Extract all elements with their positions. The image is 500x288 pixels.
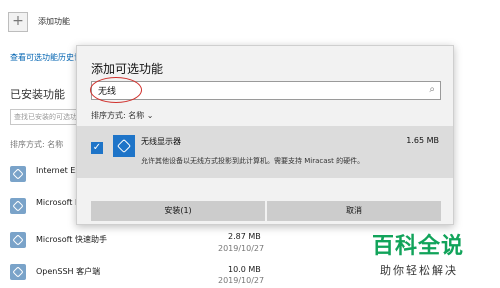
dialog-sort-label: 排序方式: 名称	[91, 111, 145, 120]
add-optional-feature-dialog: 添加可选功能 无线 ⌕ 排序方式: 名称 ⌄ ✓ 无线显示器 1.65 MB 允…	[76, 45, 454, 225]
feature-icon	[10, 198, 26, 214]
feature-checkbox[interactable]: ✓	[91, 142, 103, 154]
installed-item-date: 2019/10/27	[218, 244, 265, 253]
installed-item-name[interactable]: Microsoft 快速助手	[36, 234, 107, 245]
installed-sort-label[interactable]: 排序方式: 名称	[10, 139, 76, 150]
feature-icon	[10, 264, 26, 280]
add-feature-label[interactable]: 添加功能	[38, 16, 70, 27]
feature-list-item[interactable]: ✓ 无线显示器 1.65 MB 允许其他设备以无线方式投影到此计算机。需要支持 …	[77, 126, 453, 178]
dialog-title: 添加可选功能	[91, 62, 164, 76]
installed-item-size: 10.0 MB	[228, 265, 261, 274]
watermark-title: 百科全说	[372, 234, 465, 259]
installed-features-title: 已安装功能	[10, 88, 65, 101]
feature-icon	[10, 166, 26, 182]
add-feature-plus-icon[interactable]: +	[8, 12, 28, 32]
feature-icon	[10, 232, 26, 248]
installed-item-name[interactable]: Microsoft P	[36, 198, 76, 207]
install-button[interactable]: 安装(1)	[91, 201, 265, 221]
watermark: 百科全说 助你轻松解决	[372, 228, 496, 278]
installed-item-name[interactable]: Internet Exp	[36, 166, 76, 175]
dialog-search-input[interactable]: 无线 ⌕	[91, 81, 441, 100]
history-link[interactable]: 查看可选功能历史记录	[10, 52, 76, 63]
dialog-sort-dropdown[interactable]: 排序方式: 名称 ⌄	[91, 110, 154, 121]
installed-search-input[interactable]: 查找已安装的可选功能	[10, 109, 81, 125]
watermark-subtitle: 助你轻松解决	[380, 264, 458, 277]
installed-item-size: 2.87 MB	[228, 232, 261, 241]
feature-name: 无线显示器	[141, 137, 181, 146]
search-icon[interactable]: ⌕	[429, 84, 435, 95]
highlight-circle	[90, 77, 142, 103]
feature-size: 1.65 MB	[406, 136, 439, 145]
chevron-down-icon: ⌄	[146, 111, 154, 120]
feature-description: 允许其他设备以无线方式投影到此计算机。需要支持 Miracast 的硬件。	[141, 157, 365, 165]
installed-item-name[interactable]: OpenSSH 客户端	[36, 266, 100, 277]
installed-item-date: 2019/10/27	[218, 276, 265, 285]
feature-icon	[113, 135, 135, 157]
cancel-button[interactable]: 取消	[267, 201, 441, 221]
